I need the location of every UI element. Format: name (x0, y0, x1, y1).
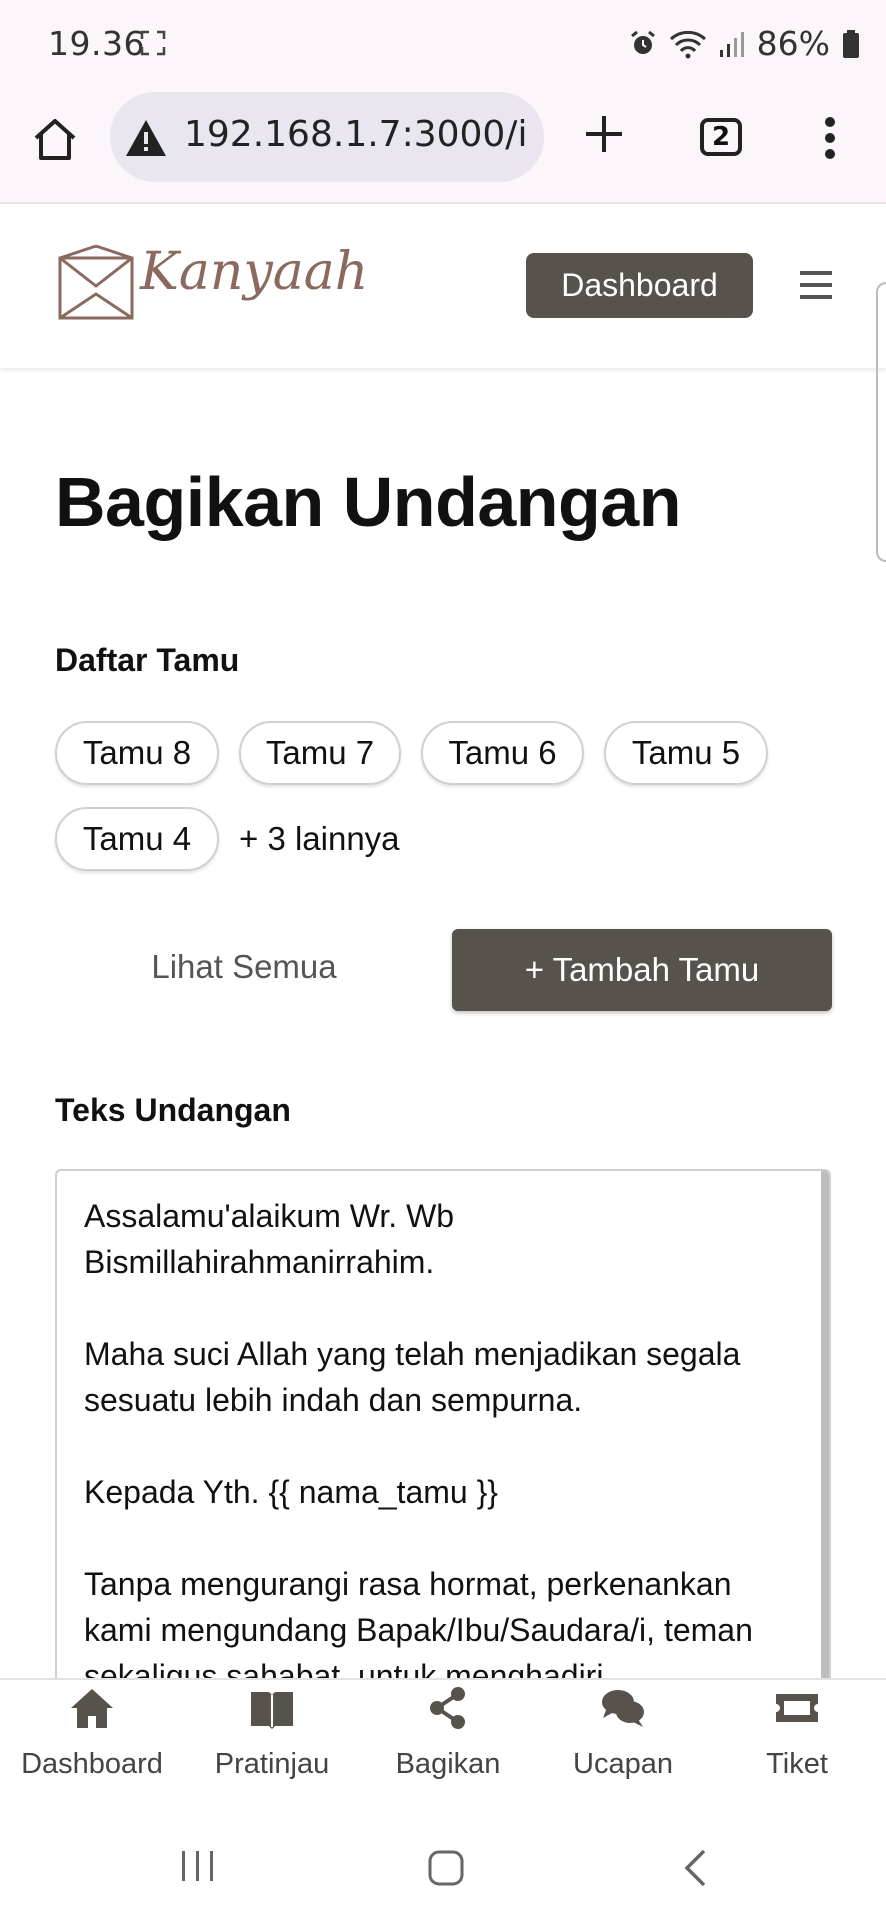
guest-chip[interactable]: Tamu 7 (239, 721, 401, 785)
envelope-house-icon (58, 244, 134, 320)
status-icons: 86% (629, 24, 860, 63)
invitation-text[interactable]: Assalamu'alaikum Wr. Wb Bismillahirahman… (84, 1193, 784, 1687)
textarea-scrollbar[interactable] (821, 1171, 829, 1687)
alarm-icon (630, 30, 655, 54)
nav-greetings[interactable]: Ucapan (535, 1686, 711, 1796)
guest-list-label: Daftar Tamu (55, 642, 240, 678)
nav-label: Bagikan (395, 1748, 501, 1780)
comments-icon (602, 1690, 644, 1727)
status-time: 19.36 (48, 24, 145, 63)
home-icon (71, 1689, 113, 1728)
nav-ticket[interactable]: Tiket (709, 1686, 885, 1796)
invitation-text-label: Teks Undangan (55, 1092, 291, 1128)
page-title: Bagikan Undangan (55, 463, 681, 541)
menu-icon[interactable] (800, 270, 832, 300)
nav-dashboard[interactable]: Dashboard (4, 1686, 180, 1796)
signal-icon (719, 31, 744, 57)
ticket-icon (776, 1694, 818, 1722)
more-vert-icon[interactable] (824, 116, 836, 160)
guest-chip[interactable]: Tamu 4 (55, 807, 219, 871)
warning-icon[interactable] (124, 118, 168, 158)
add-guest-button[interactable]: + Tambah Tamu (452, 929, 832, 1011)
guest-chip[interactable]: Tamu 5 (604, 721, 768, 785)
recent-apps-icon[interactable] (178, 1849, 218, 1883)
home-nav-icon[interactable] (427, 1849, 465, 1887)
invitation-textarea[interactable]: Assalamu'alaikum Wr. Wb Bismillahirahman… (55, 1169, 831, 1689)
nav-label: Pratinjau (214, 1748, 330, 1780)
guest-chip[interactable]: Tamu 8 (55, 721, 219, 785)
home-icon[interactable] (30, 114, 80, 164)
tab-switcher-button[interactable]: 2 (700, 118, 742, 156)
nav-label: Dashboard (21, 1748, 163, 1780)
more-guests-text: + 3 lainnya (239, 820, 400, 857)
screenshot-icon (140, 30, 166, 56)
brand-name: Kanyaah (140, 242, 369, 302)
back-icon[interactable] (682, 1848, 708, 1888)
battery-percent: 86% (756, 24, 830, 63)
book-icon (251, 1692, 293, 1729)
guest-chip[interactable]: Tamu 6 (421, 721, 584, 785)
share-icon (430, 1687, 465, 1729)
nav-preview[interactable]: Pratinjau (184, 1686, 360, 1796)
url-text[interactable]: 192.168.1.7:3000/invit (184, 114, 529, 155)
scroll-indicator (876, 282, 886, 562)
nav-label: Ucapan (573, 1748, 673, 1780)
wifi-icon (669, 30, 706, 58)
brand-logo[interactable]: Kanyaah (56, 240, 368, 330)
view-all-button[interactable]: Lihat Semua (112, 948, 376, 994)
new-tab-icon[interactable] (582, 112, 626, 156)
nav-share[interactable]: Bagikan (360, 1686, 536, 1796)
dashboard-button[interactable]: Dashboard (526, 253, 753, 318)
nav-label: Tiket (766, 1748, 828, 1780)
battery-icon (843, 29, 859, 58)
